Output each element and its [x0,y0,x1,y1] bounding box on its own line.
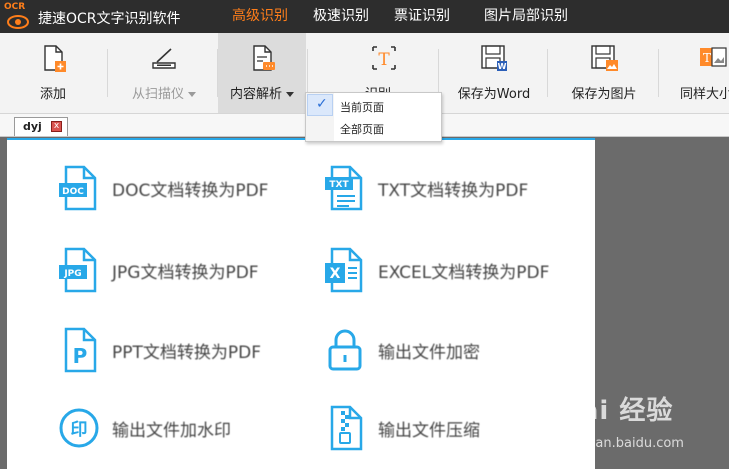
jpg-file-icon: JPG [59,247,97,293]
menu-item-all-pages[interactable]: 全部页面 [306,117,441,139]
save-as-image-label: 保存为图片 [571,87,637,102]
checkmark-icon: ✓ [316,96,328,112]
baidu-jingyan-watermark: Bai 经验 jingyan.baidu.com [560,388,729,467]
watermark-main-text: Bai 经验 [560,396,674,426]
same-size-icon: T [700,47,727,67]
doc-file-icon: DOC [59,165,97,211]
feature-watermark-output: 印 输出文件加水印 [57,405,297,455]
add-label: 添加 [39,87,66,102]
scanner-icon [152,48,176,69]
tab-fast-recognition[interactable]: 极速识别 [303,0,379,33]
feature-label: JPG文档转换为PDF [112,263,259,283]
feature-ppt-to-pdf: P PPT文档转换为PDF [57,327,297,377]
menu-item-label: 当前页面 [340,101,384,114]
app-logo: OCR [4,2,32,31]
save-as-word-label: 保存为Word [457,87,531,102]
save-word-icon: W [481,45,507,71]
text-recognize-icon: T [372,46,396,70]
menu-item-current-page[interactable]: ✓ 当前页面 [306,95,441,117]
same-size-button[interactable]: T 同样大小 [676,33,729,113]
content-parse-dropdown: ✓ 当前页面 全部页面 [305,92,442,142]
app-title: 捷速OCR文字识别软件 [38,11,181,27]
feature-jpg-to-pdf: JPG JPG文档转换为PDF [57,247,297,297]
feature-txt-to-pdf: TXT TXT文档转换为PDF [323,165,563,215]
close-icon[interactable]: x [51,121,62,132]
feature-label: 输出文件压缩 [378,421,480,441]
content-parse-button[interactable]: 内容解析 [218,33,306,113]
scanner-label: 从扫描仪 [118,83,210,102]
eye-icon [7,15,29,29]
toolbar-separator [658,49,659,97]
app-logo-text: OCR [4,2,26,12]
feature-label: DOC文档转换为PDF [112,181,269,201]
toolbar-separator [107,49,108,97]
svg-text:W: W [498,62,507,71]
excel-file-icon: X [325,247,363,293]
toolbar-separator [438,49,439,97]
scanner-button[interactable]: 从扫描仪 [118,33,210,113]
feature-compress-output: 输出文件压缩 [323,405,563,455]
svg-text:TXT: TXT [329,180,349,190]
svg-text:T: T [703,51,711,65]
add-button[interactable]: 添加 [18,33,88,113]
svg-text:DOC: DOC [62,187,84,197]
ppt-file-icon: P [64,327,97,373]
save-image-icon [591,45,618,71]
svg-text:P: P [73,344,88,368]
document-tab[interactable]: dyj x [14,117,68,136]
menu-item-label: 全部页面 [340,123,384,136]
same-size-label: 同样大小 [680,87,729,102]
toolbar-separator [547,49,548,97]
zip-file-icon [330,405,363,451]
tab-image-region-recognition[interactable]: 图片局部识别 [474,0,578,33]
feature-encrypt-output: 输出文件加密 [323,327,563,377]
save-as-image-button[interactable]: 保存为图片 [560,33,648,113]
save-as-word-button[interactable]: W 保存为Word [448,33,540,113]
add-file-icon [44,45,66,72]
toolbar-separator [307,49,308,97]
feature-label: EXCEL文档转换为PDF [378,263,550,283]
feature-label: 输出文件加密 [378,343,480,363]
document-tab-label: dyj [23,120,42,133]
tab-advanced-recognition[interactable]: 高级识别 [222,0,298,33]
document-page: DOC DOC文档转换为PDF TXT TXT文档转换为PDF JPG JPG文… [7,138,595,469]
content-parse-icon [253,45,275,71]
lock-icon [328,329,362,371]
svg-text:印: 印 [71,420,88,440]
content-parse-label: 内容解析 [218,83,306,102]
watermark-stamp-icon: 印 [59,408,99,448]
svg-text:T: T [378,50,390,70]
svg-text:X: X [330,266,341,282]
txt-file-icon: TXT [325,165,363,211]
watermark-url-text: jingyan.baidu.com [564,436,684,451]
feature-doc-to-pdf: DOC DOC文档转换为PDF [57,165,297,215]
feature-excel-to-pdf: X EXCEL文档转换为PDF [323,247,583,297]
feature-label: PPT文档转换为PDF [112,343,262,363]
svg-text:JPG: JPG [63,269,81,279]
tab-ticket-recognition[interactable]: 票证识别 [384,0,460,33]
feature-label: TXT文档转换为PDF [378,181,529,201]
title-bar: OCR 捷速OCR文字识别软件 高级识别 极速识别 票证识别 图片局部识别 [0,0,729,33]
feature-label: 输出文件加水印 [112,421,231,441]
